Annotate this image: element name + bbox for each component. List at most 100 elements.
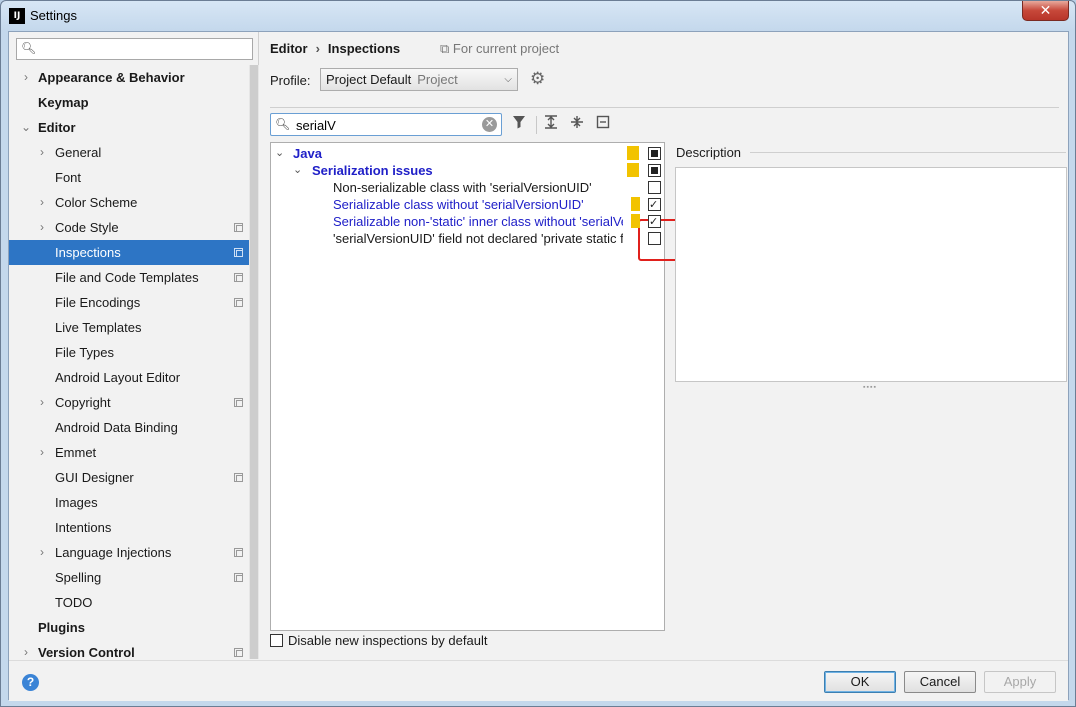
sidebar-item-live-templates[interactable]: Live Templates: [9, 315, 259, 340]
disable-new-inspections-checkbox[interactable]: [270, 634, 283, 647]
sidebar-item-todo[interactable]: TODO: [9, 590, 259, 615]
sidebar-item-file-types[interactable]: File Types: [9, 340, 259, 365]
sidebar-item-label: Intentions: [55, 520, 112, 535]
sidebar-item-emmet[interactable]: › Emmet: [9, 440, 259, 465]
severity-warning-icon: [631, 214, 640, 228]
cancel-button[interactable]: Cancel: [904, 671, 976, 693]
chevron-right-icon[interactable]: ›: [37, 140, 47, 165]
chevron-down-icon[interactable]: ⌄: [275, 145, 284, 162]
divider: [270, 107, 1059, 108]
sidebar-item-keymap[interactable]: Keymap: [9, 90, 259, 115]
chevron-right-icon[interactable]: ›: [37, 440, 47, 465]
sidebar-item-label: Editor: [38, 120, 76, 135]
close-button[interactable]: ✕: [1022, 1, 1069, 21]
search-icon: 🔍︎: [275, 117, 291, 131]
sidebar-item-appearance-behavior[interactable]: › Appearance & Behavior: [9, 65, 259, 90]
profile-dropdown[interactable]: Project Default Project ⌵: [320, 68, 518, 91]
clear-filter-icon[interactable]: ✕: [482, 117, 497, 132]
project-scope-icon: [234, 298, 243, 307]
sidebar-item-plugins[interactable]: Plugins: [9, 615, 259, 640]
help-icon[interactable]: ?: [22, 674, 39, 691]
inspection-group[interactable]: ⌄ Java: [271, 145, 664, 162]
sidebar-item-label: File Types: [55, 345, 115, 360]
chevron-right-icon[interactable]: ›: [37, 215, 47, 240]
inspections-tree: ⌄ Java ⌄ Serialization issues Non-serializab…: [270, 142, 685, 631]
settings-sidebar: 🔍︎ › Appearance & Behavior Keymap ⌄ Editor › G…: [9, 32, 259, 660]
sidebar-item-label: Font: [55, 170, 82, 185]
chevron-right-icon[interactable]: ›: [37, 390, 47, 415]
sidebar-item-copyright[interactable]: › Copyright: [9, 390, 259, 415]
inspection-item[interactable]: Non-serializable class with 'serialVersi…: [271, 179, 664, 196]
collapse-all-icon[interactable]: [567, 114, 587, 134]
inspection-item[interactable]: 'serialVersionUID' field not declared 'p…: [271, 230, 664, 247]
sidebar-scrollbar-thumb[interactable]: [250, 65, 258, 659]
sidebar-scrollbar[interactable]: [249, 65, 259, 659]
sidebar-item-gui-designer[interactable]: GUI Designer: [9, 465, 259, 490]
inspection-filter[interactable]: 🔍︎ ✕: [270, 113, 502, 136]
chevron-down-icon[interactable]: ⌄: [21, 115, 31, 140]
sidebar-item-label: Images: [55, 495, 98, 510]
sidebar-item-label: Keymap: [38, 95, 89, 110]
dialog-footer: ? OK Cancel Apply: [9, 660, 1068, 701]
inspection-checkbox[interactable]: [648, 181, 661, 194]
search-icon: 🔍︎: [21, 41, 37, 55]
sidebar-item-intentions[interactable]: Intentions: [9, 515, 259, 540]
sidebar-item-label: Emmet: [55, 445, 97, 460]
chevron-down-icon[interactable]: ⌄: [293, 162, 302, 179]
disable-new-inspections-label: Disable new inspections by default: [288, 633, 488, 648]
project-scope-icon: [234, 273, 243, 282]
settings-search-input[interactable]: 🔍︎: [16, 38, 253, 60]
breadcrumb: Editor › Inspections: [270, 41, 400, 56]
intellij-app-icon: IJ: [9, 8, 25, 24]
inspection-group[interactable]: ⌄ Serialization issues: [271, 162, 664, 179]
inspection-item[interactable]: Serializable non-'static' inner class wi…: [271, 213, 664, 230]
sidebar-item-language-injections[interactable]: › Language Injections: [9, 540, 259, 565]
filter-funnel-icon[interactable]: [509, 114, 529, 134]
sidebar-item-inspections[interactable]: Inspections: [9, 240, 259, 265]
ok-button[interactable]: OK: [824, 671, 896, 693]
filter-text-input[interactable]: [296, 116, 476, 134]
resize-grip-icon[interactable]: ▪▪▪▪: [863, 384, 877, 391]
breadcrumb-separator: ›: [315, 41, 320, 56]
sidebar-item-label: General: [55, 145, 102, 160]
sidebar-item-android-layout-editor[interactable]: Android Layout Editor: [9, 365, 259, 390]
reset-icon[interactable]: [593, 114, 613, 134]
severity-warning-icon: [627, 146, 639, 160]
inspection-checkbox[interactable]: [648, 232, 661, 245]
apply-button[interactable]: Apply: [984, 671, 1056, 693]
sidebar-item-file-and-code-templates[interactable]: File and Code Templates: [9, 265, 259, 290]
expand-all-icon[interactable]: [541, 114, 561, 134]
inspection-checkbox[interactable]: [648, 147, 661, 160]
description-title: Description: [676, 145, 742, 160]
sidebar-item-images[interactable]: Images: [9, 490, 259, 515]
sidebar-item-spelling[interactable]: Spelling: [9, 565, 259, 590]
inspection-checkbox[interactable]: [648, 164, 661, 177]
chevron-right-icon[interactable]: ›: [21, 65, 31, 90]
inspection-item[interactable]: Serializable class without 'serialVersio…: [271, 196, 664, 213]
profile-scope: Project: [417, 72, 458, 87]
sidebar-item-editor[interactable]: ⌄ Editor: [9, 115, 259, 140]
project-scope-icon: [234, 548, 243, 557]
profile-value: Project Default: [326, 72, 412, 87]
inspection-checkbox[interactable]: [648, 213, 661, 230]
sidebar-item-font[interactable]: Font: [9, 165, 259, 190]
sidebar-item-label: File Encodings: [55, 295, 141, 310]
sidebar-item-code-style[interactable]: › Code Style: [9, 215, 259, 240]
for-current-project-note: ⧉ For current project: [440, 41, 559, 57]
sidebar-item-label: Appearance & Behavior: [38, 70, 185, 85]
sidebar-item-color-scheme[interactable]: › Color Scheme: [9, 190, 259, 215]
breadcrumb-inspections: Inspections: [327, 41, 401, 56]
chevron-right-icon[interactable]: ›: [37, 540, 47, 565]
toolbar-separator: [536, 116, 537, 134]
sidebar-item-android-data-binding[interactable]: Android Data Binding: [9, 415, 259, 440]
sidebar-item-file-encodings[interactable]: File Encodings: [9, 290, 259, 315]
chevron-right-icon[interactable]: ›: [37, 190, 47, 215]
severity-warning-icon: [627, 163, 639, 177]
sidebar-item-label: Android Layout Editor: [55, 370, 181, 385]
inspection-label: Java: [293, 146, 322, 161]
sidebar-item-label: Code Style: [55, 220, 119, 235]
sidebar-item-general[interactable]: › General: [9, 140, 259, 165]
inspection-checkbox[interactable]: [648, 196, 661, 213]
sidebar-item-label: Spelling: [55, 570, 102, 585]
gear-icon[interactable]: ⚙: [530, 69, 545, 89]
